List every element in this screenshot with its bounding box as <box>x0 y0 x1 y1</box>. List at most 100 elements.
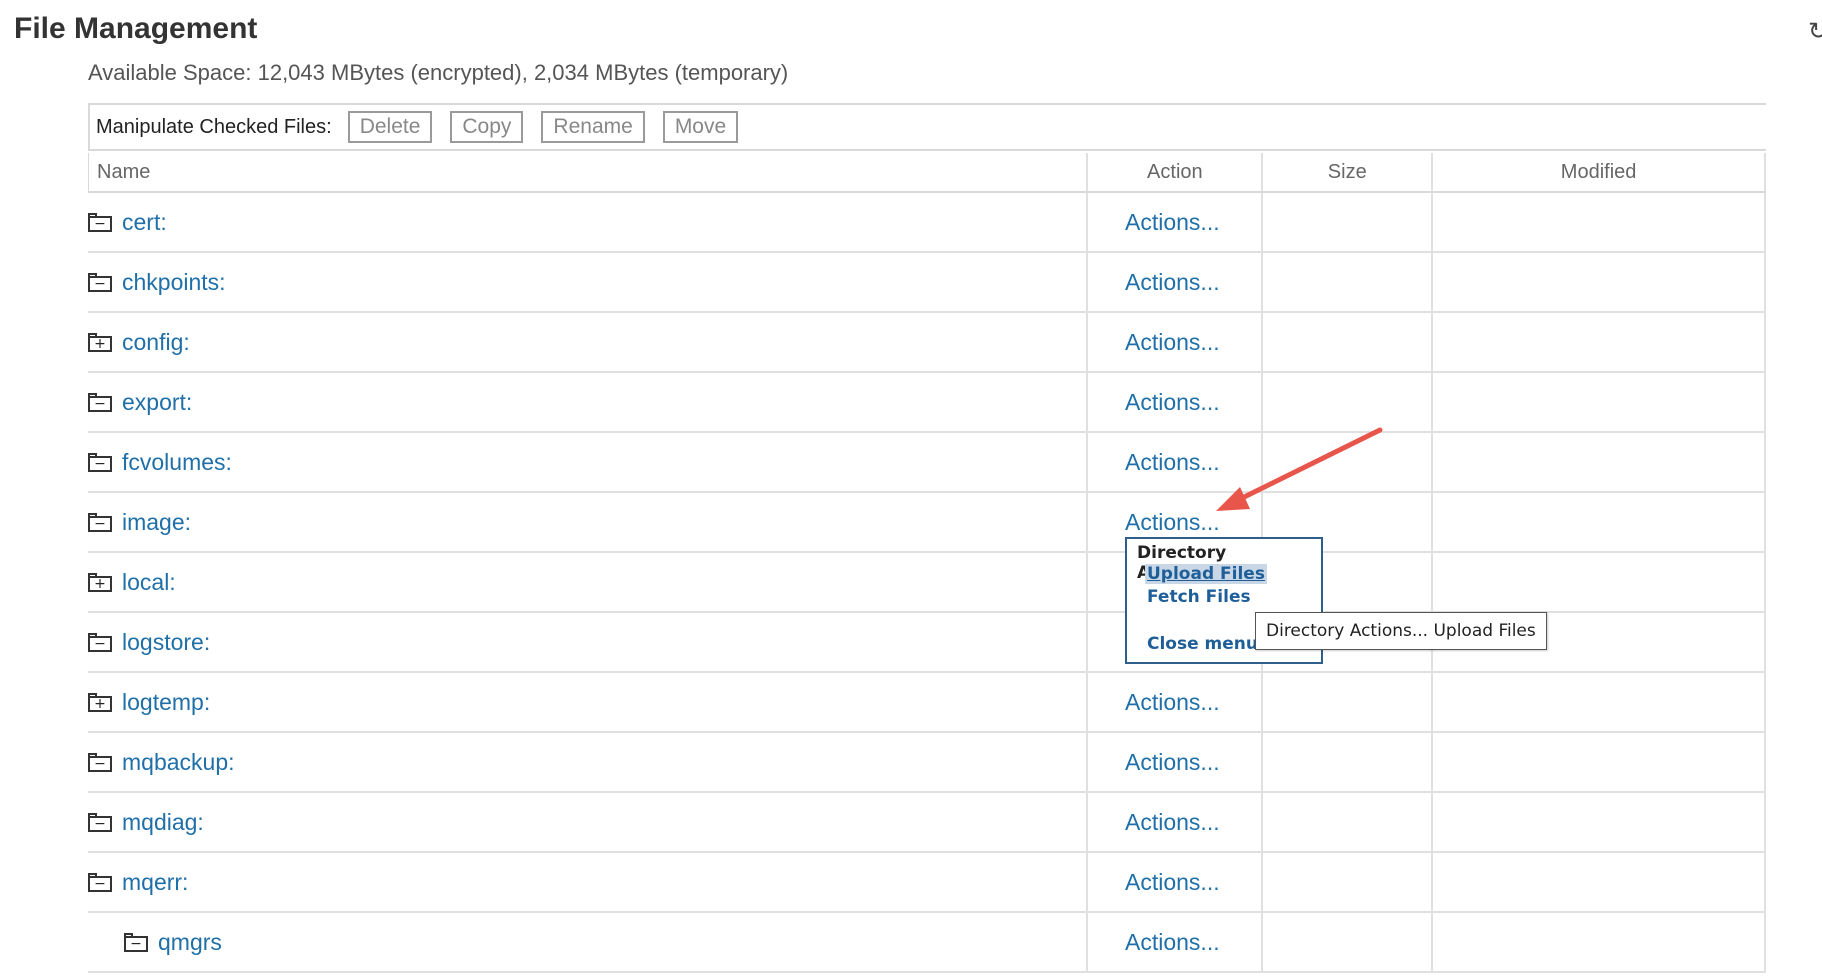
name-cell: − chkpoints: <box>88 253 1088 311</box>
table-row: + local: <box>88 553 1766 613</box>
column-header-size[interactable]: Size <box>1263 153 1434 191</box>
modified-cell <box>1433 493 1766 551</box>
size-cell <box>1263 373 1433 431</box>
manipulate-toolbar: Manipulate Checked Files: Delete Copy Re… <box>88 103 1766 151</box>
directory-link[interactable]: chkpoints: <box>122 269 226 296</box>
name-cell: − export: <box>88 373 1088 431</box>
modified-cell <box>1433 253 1766 311</box>
directory-link[interactable]: cert: <box>122 209 167 236</box>
name-cell: + logtemp: <box>88 673 1088 731</box>
folder-collapse-icon[interactable]: − <box>88 213 112 232</box>
delete-button[interactable]: Delete <box>347 111 433 143</box>
directory-link[interactable]: export: <box>122 389 192 416</box>
actions-link[interactable]: Actions... <box>1125 389 1220 416</box>
folder-expand-icon[interactable]: + <box>88 573 112 592</box>
copy-button[interactable]: Copy <box>450 111 524 143</box>
folder-collapse-icon[interactable]: − <box>88 873 112 892</box>
folder-collapse-icon[interactable]: − <box>88 633 112 652</box>
upload-files-menu-item[interactable]: Upload Files <box>1145 564 1267 584</box>
name-cell: − mqerr: <box>88 853 1088 911</box>
actions-link[interactable]: Actions... <box>1125 689 1220 716</box>
table-row: − mqbackup: Actions... <box>88 733 1766 793</box>
column-header-modified[interactable]: Modified <box>1433 153 1766 191</box>
folder-collapse-icon[interactable]: − <box>124 933 148 952</box>
folder-collapse-icon[interactable]: − <box>88 453 112 472</box>
folder-collapse-icon[interactable]: − <box>88 273 112 292</box>
folder-expand-icon[interactable]: + <box>88 333 112 352</box>
rename-button[interactable]: Rename <box>541 111 645 143</box>
actions-link[interactable]: Actions... <box>1125 269 1220 296</box>
modified-cell <box>1433 193 1766 251</box>
modified-cell <box>1433 853 1766 911</box>
name-cell: + local: <box>88 553 1088 611</box>
size-cell <box>1263 913 1433 971</box>
directory-link[interactable]: mqbackup: <box>122 749 235 776</box>
actions-link[interactable]: Actions... <box>1125 209 1220 236</box>
size-cell <box>1263 673 1433 731</box>
directory-link[interactable]: fcvolumes: <box>122 449 232 476</box>
actions-link[interactable]: Actions... <box>1125 749 1220 776</box>
directory-link[interactable]: logstore: <box>122 629 210 656</box>
name-cell: − mqdiag: <box>88 793 1088 851</box>
modified-cell <box>1433 793 1766 851</box>
folder-collapse-icon[interactable]: − <box>88 393 112 412</box>
table-row: − mqdiag: Actions... <box>88 793 1766 853</box>
fetch-files-menu-item[interactable]: Fetch Files <box>1147 587 1251 607</box>
folder-expand-icon[interactable]: + <box>88 693 112 712</box>
actions-link[interactable]: Actions... <box>1125 509 1220 536</box>
size-cell <box>1263 853 1433 911</box>
action-cell: Actions... <box>1088 373 1263 431</box>
table-row: − cert: Actions... <box>88 193 1766 253</box>
name-cell: − qmgrs <box>88 913 1088 971</box>
directory-link[interactable]: image: <box>122 509 191 536</box>
column-header-action: Action <box>1088 153 1264 191</box>
directory-link[interactable]: qmgrs <box>158 929 222 956</box>
close-menu-item[interactable]: Close menu <box>1147 634 1258 654</box>
action-cell: Actions... <box>1088 853 1263 911</box>
actions-link[interactable]: Actions... <box>1125 809 1220 836</box>
manipulate-label: Manipulate Checked Files: <box>96 115 332 138</box>
available-space-text: Available Space: 12,043 MBytes (encrypte… <box>88 60 789 85</box>
size-cell <box>1263 733 1433 791</box>
name-cell: − cert: <box>88 193 1088 251</box>
modified-cell <box>1433 673 1766 731</box>
name-cell: + config: <box>88 313 1088 371</box>
actions-link[interactable]: Actions... <box>1125 449 1220 476</box>
action-cell: Actions... <box>1088 793 1263 851</box>
page-title: File Management <box>14 12 258 45</box>
name-cell: − logstore: <box>88 613 1088 671</box>
action-cell: Actions... <box>1088 313 1263 371</box>
directory-link[interactable]: local: <box>122 569 176 596</box>
name-cell: − mqbackup: <box>88 733 1088 791</box>
size-cell <box>1263 793 1433 851</box>
directory-link[interactable]: mqerr: <box>122 869 188 896</box>
folder-collapse-icon[interactable]: − <box>88 813 112 832</box>
column-header-name[interactable]: Name <box>89 153 1089 191</box>
table-row: − chkpoints: Actions... <box>88 253 1766 313</box>
name-cell: − image: <box>88 493 1088 551</box>
size-cell <box>1263 313 1433 371</box>
folder-collapse-icon[interactable]: − <box>88 753 112 772</box>
actions-link[interactable]: Actions... <box>1125 329 1220 356</box>
directory-link[interactable]: config: <box>122 329 190 356</box>
refresh-icon[interactable]: ↻ <box>1808 20 1822 44</box>
modified-cell <box>1433 373 1766 431</box>
file-management-page: File Management ↻ Available Space: 12,04… <box>0 0 1822 978</box>
move-button[interactable]: Move <box>662 111 739 143</box>
folder-collapse-icon[interactable]: − <box>88 513 112 532</box>
table-row: − fcvolumes: Actions... <box>88 433 1766 493</box>
modified-cell <box>1433 733 1766 791</box>
actions-link[interactable]: Actions... <box>1125 929 1220 956</box>
table-header: Name Action Size Modified <box>88 153 1766 193</box>
tooltip: Directory Actions... Upload Files <box>1255 612 1547 650</box>
table-row: + logtemp: Actions... <box>88 673 1766 733</box>
file-table: Name Action Size Modified − cert: Actions.… <box>88 153 1766 973</box>
directory-link[interactable]: logtemp: <box>122 689 210 716</box>
name-cell: − fcvolumes: <box>88 433 1088 491</box>
table-row: + config: Actions... <box>88 313 1766 373</box>
table-row: − export: Actions... <box>88 373 1766 433</box>
table-row: − mqerr: Actions... <box>88 853 1766 913</box>
directory-link[interactable]: mqdiag: <box>122 809 204 836</box>
actions-link[interactable]: Actions... <box>1125 869 1220 896</box>
table-row: − image: Actions... <box>88 493 1766 553</box>
